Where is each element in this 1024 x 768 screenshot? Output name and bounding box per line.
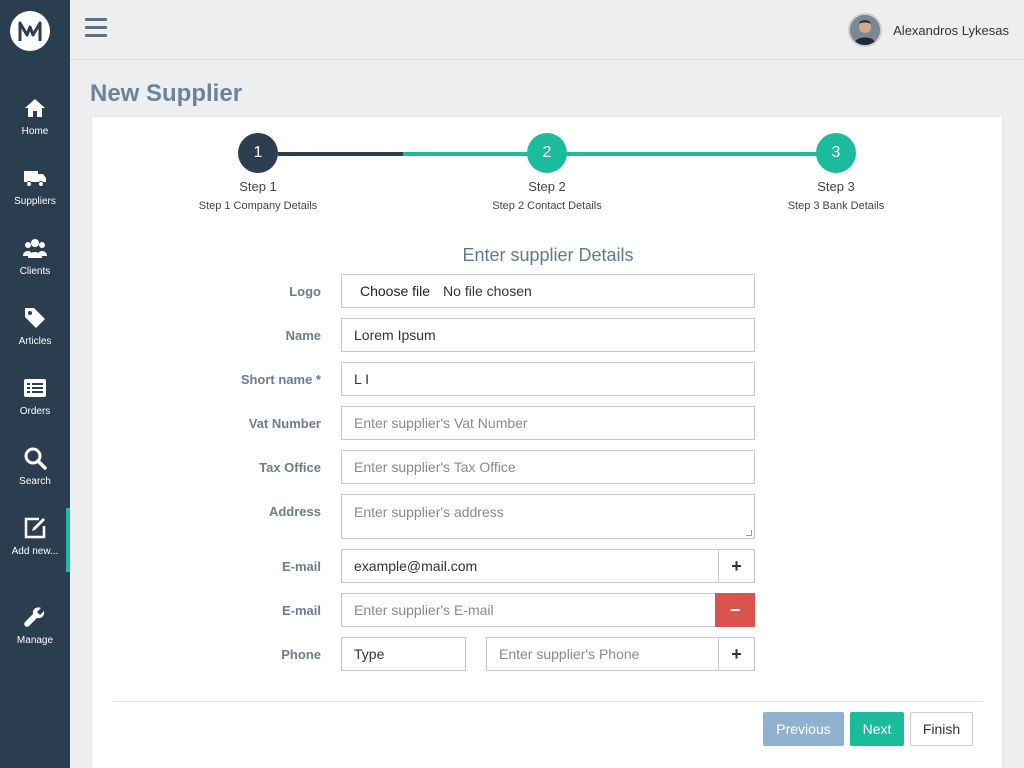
- list-icon: [24, 379, 46, 397]
- logo-m-icon: [18, 21, 42, 41]
- logo-label: Logo: [289, 284, 321, 299]
- phone-label: Phone: [281, 647, 321, 662]
- truck-icon: [24, 171, 46, 187]
- sidebar-item-label: Clients: [19, 266, 51, 277]
- sidebar-item-label: Add new...: [11, 546, 59, 557]
- sidebar-item-label: Orders: [19, 406, 51, 417]
- email-input-2[interactable]: Enter supplier's E-mail: [341, 593, 716, 627]
- step-connector-1: [278, 152, 403, 156]
- tag-icon: [25, 308, 45, 328]
- user-photo-icon: [850, 15, 881, 45]
- phone-type-input[interactable]: Type: [341, 637, 466, 671]
- user-menu[interactable]: Alexandros Lykesas: [848, 13, 1009, 47]
- sidebar-item-clients[interactable]: Clients: [0, 236, 70, 300]
- add-phone-button[interactable]: +: [718, 637, 755, 671]
- page-title: New Supplier: [90, 80, 243, 107]
- sidebar-item-label: Articles: [18, 336, 52, 347]
- tax-office-label: Tax Office: [259, 460, 321, 475]
- step-connector-2: [403, 152, 837, 156]
- address-textarea[interactable]: Enter supplier's address: [341, 494, 755, 539]
- wizard-card: 1 2 3 Step 1 Step 2 Step 3 Step 1 Compan…: [91, 116, 1003, 768]
- sidebar-item-manage[interactable]: Manage: [0, 605, 70, 669]
- menu-toggle-icon[interactable]: [85, 18, 107, 38]
- vat-number-label: Vat Number: [248, 416, 321, 431]
- edit-icon: [24, 517, 46, 539]
- step-1-circle[interactable]: 1: [238, 133, 278, 173]
- address-label: Address: [268, 504, 321, 519]
- sidebar-item-search[interactable]: Search: [0, 446, 70, 510]
- search-icon: [24, 447, 47, 470]
- wrench-icon: [24, 607, 45, 627]
- email-label-2: E-mail: [281, 603, 321, 618]
- short-name-input[interactable]: L I: [341, 362, 755, 396]
- sidebar: Home Suppliers Clients Articles Orders S…: [0, 0, 70, 768]
- step-2-circle[interactable]: 2: [527, 133, 567, 173]
- add-email-button[interactable]: +: [718, 549, 755, 583]
- sidebar-item-orders[interactable]: Orders: [0, 376, 70, 440]
- remove-email-button[interactable]: −: [715, 593, 755, 627]
- step-3-description: Step 3 Bank Details: [787, 200, 885, 212]
- finish-button[interactable]: Finish: [910, 712, 973, 746]
- user-name: Alexandros Lykesas: [893, 22, 1009, 38]
- tax-office-input[interactable]: Enter supplier's Tax Office: [341, 450, 755, 484]
- sidebar-item-add-new[interactable]: Add new...: [0, 508, 70, 580]
- step-2-label: Step 2: [528, 179, 566, 194]
- logo-file-input[interactable]: Choose file No file chosen: [341, 274, 755, 308]
- resize-handle-icon[interactable]: [746, 530, 752, 536]
- vat-number-input[interactable]: Enter supplier's Vat Number: [341, 406, 755, 440]
- short-name-label: Short name *: [240, 372, 321, 387]
- step-1-description: Step 1 Company Details: [198, 200, 318, 212]
- step-2-description: Step 2 Contact Details: [492, 200, 602, 212]
- email-input[interactable]: example@mail.com: [341, 549, 719, 583]
- divider: [113, 701, 983, 702]
- sidebar-item-articles[interactable]: Articles: [0, 306, 70, 370]
- top-bar: Alexandros Lykesas: [70, 0, 1024, 60]
- step-3-label: Step 3: [817, 179, 855, 194]
- previous-button[interactable]: Previous: [763, 712, 844, 746]
- sidebar-item-label: Manage: [16, 635, 54, 646]
- sidebar-item-suppliers[interactable]: Suppliers: [0, 166, 70, 230]
- address-placeholder: Enter supplier's address: [354, 504, 504, 520]
- sidebar-item-label: Suppliers: [14, 196, 56, 207]
- sidebar-item-label: Search: [19, 476, 51, 487]
- choose-file-button[interactable]: Choose file: [360, 283, 430, 299]
- file-status: No file chosen: [443, 283, 532, 299]
- home-icon: [25, 99, 45, 117]
- app-logo[interactable]: [10, 11, 50, 51]
- sidebar-item-home[interactable]: Home: [0, 96, 70, 160]
- form-heading: Enter supplier Details: [462, 245, 634, 265]
- email-label: E-mail: [281, 559, 321, 574]
- name-input[interactable]: Lorem Ipsum: [341, 318, 755, 352]
- sidebar-item-label: Home: [21, 126, 49, 137]
- name-label: Name: [285, 328, 321, 343]
- users-icon: [23, 239, 47, 258]
- step-3-circle[interactable]: 3: [816, 133, 856, 173]
- avatar[interactable]: [848, 13, 883, 47]
- next-button[interactable]: Next: [850, 712, 904, 746]
- step-1-label: Step 1: [239, 179, 277, 194]
- phone-input[interactable]: Enter supplier's Phone: [486, 637, 719, 671]
